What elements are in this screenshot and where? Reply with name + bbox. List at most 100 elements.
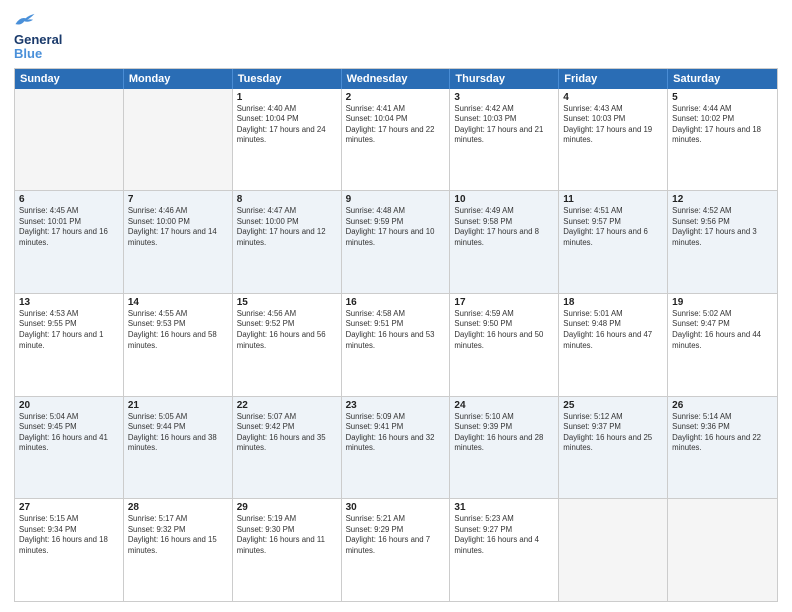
day-header-saturday: Saturday	[668, 69, 777, 89]
cell-info: Sunrise: 5:17 AM Sunset: 9:32 PM Dayligh…	[128, 514, 228, 556]
cell-info: Sunrise: 5:07 AM Sunset: 9:42 PM Dayligh…	[237, 412, 337, 454]
day-number: 10	[454, 194, 554, 205]
day-number: 18	[563, 297, 663, 308]
day-number: 30	[346, 502, 446, 513]
day-number: 26	[672, 400, 773, 411]
day-header-monday: Monday	[124, 69, 233, 89]
calendar-cell: 4Sunrise: 4:43 AM Sunset: 10:03 PM Dayli…	[559, 89, 668, 191]
day-number: 21	[128, 400, 228, 411]
cell-info: Sunrise: 5:14 AM Sunset: 9:36 PM Dayligh…	[672, 412, 773, 454]
calendar-cell: 3Sunrise: 4:42 AM Sunset: 10:03 PM Dayli…	[450, 89, 559, 191]
cell-info: Sunrise: 5:04 AM Sunset: 9:45 PM Dayligh…	[19, 412, 119, 454]
day-number: 19	[672, 297, 773, 308]
day-number: 1	[237, 92, 337, 103]
calendar-cell: 8Sunrise: 4:47 AM Sunset: 10:00 PM Dayli…	[233, 191, 342, 293]
day-number: 15	[237, 297, 337, 308]
calendar: SundayMondayTuesdayWednesdayThursdayFrid…	[14, 68, 778, 602]
day-number: 28	[128, 502, 228, 513]
logo-text: General Blue	[14, 33, 62, 62]
calendar-cell: 22Sunrise: 5:07 AM Sunset: 9:42 PM Dayli…	[233, 397, 342, 499]
day-number: 23	[346, 400, 446, 411]
day-header-thursday: Thursday	[450, 69, 559, 89]
cell-info: Sunrise: 5:01 AM Sunset: 9:48 PM Dayligh…	[563, 309, 663, 351]
logo: General Blue	[14, 10, 62, 62]
calendar-cell: 14Sunrise: 4:55 AM Sunset: 9:53 PM Dayli…	[124, 294, 233, 396]
calendar-cell: 30Sunrise: 5:21 AM Sunset: 9:29 PM Dayli…	[342, 499, 451, 601]
cell-info: Sunrise: 5:19 AM Sunset: 9:30 PM Dayligh…	[237, 514, 337, 556]
cell-info: Sunrise: 5:23 AM Sunset: 9:27 PM Dayligh…	[454, 514, 554, 556]
calendar-cell: 25Sunrise: 5:12 AM Sunset: 9:37 PM Dayli…	[559, 397, 668, 499]
calendar-cell: 6Sunrise: 4:45 AM Sunset: 10:01 PM Dayli…	[15, 191, 124, 293]
calendar-cell: 10Sunrise: 4:49 AM Sunset: 9:58 PM Dayli…	[450, 191, 559, 293]
cell-info: Sunrise: 4:48 AM Sunset: 9:59 PM Dayligh…	[346, 206, 446, 248]
cell-info: Sunrise: 4:44 AM Sunset: 10:02 PM Daylig…	[672, 104, 773, 146]
calendar-cell	[15, 89, 124, 191]
day-number: 20	[19, 400, 119, 411]
cell-info: Sunrise: 5:12 AM Sunset: 9:37 PM Dayligh…	[563, 412, 663, 454]
day-number: 17	[454, 297, 554, 308]
calendar-cell: 2Sunrise: 4:41 AM Sunset: 10:04 PM Dayli…	[342, 89, 451, 191]
calendar-cell: 17Sunrise: 4:59 AM Sunset: 9:50 PM Dayli…	[450, 294, 559, 396]
calendar-cell: 23Sunrise: 5:09 AM Sunset: 9:41 PM Dayli…	[342, 397, 451, 499]
cell-info: Sunrise: 5:09 AM Sunset: 9:41 PM Dayligh…	[346, 412, 446, 454]
calendar-cell: 16Sunrise: 4:58 AM Sunset: 9:51 PM Dayli…	[342, 294, 451, 396]
cell-info: Sunrise: 5:15 AM Sunset: 9:34 PM Dayligh…	[19, 514, 119, 556]
calendar-cell	[124, 89, 233, 191]
day-number: 12	[672, 194, 773, 205]
logo-bird-icon	[14, 10, 36, 28]
calendar-cell: 13Sunrise: 4:53 AM Sunset: 9:55 PM Dayli…	[15, 294, 124, 396]
cell-info: Sunrise: 4:59 AM Sunset: 9:50 PM Dayligh…	[454, 309, 554, 351]
day-number: 11	[563, 194, 663, 205]
day-number: 16	[346, 297, 446, 308]
calendar-row: 20Sunrise: 5:04 AM Sunset: 9:45 PM Dayli…	[15, 397, 777, 500]
day-number: 14	[128, 297, 228, 308]
calendar-row: 1Sunrise: 4:40 AM Sunset: 10:04 PM Dayli…	[15, 89, 777, 192]
header: General Blue	[14, 10, 778, 62]
calendar-cell: 24Sunrise: 5:10 AM Sunset: 9:39 PM Dayli…	[450, 397, 559, 499]
calendar-body: 1Sunrise: 4:40 AM Sunset: 10:04 PM Dayli…	[15, 89, 777, 601]
calendar-cell: 28Sunrise: 5:17 AM Sunset: 9:32 PM Dayli…	[124, 499, 233, 601]
page: General Blue SundayMondayTuesdayWednesda…	[0, 0, 792, 612]
calendar-cell: 5Sunrise: 4:44 AM Sunset: 10:02 PM Dayli…	[668, 89, 777, 191]
day-number: 29	[237, 502, 337, 513]
cell-info: Sunrise: 4:49 AM Sunset: 9:58 PM Dayligh…	[454, 206, 554, 248]
cell-info: Sunrise: 4:58 AM Sunset: 9:51 PM Dayligh…	[346, 309, 446, 351]
day-number: 22	[237, 400, 337, 411]
calendar-cell: 29Sunrise: 5:19 AM Sunset: 9:30 PM Dayli…	[233, 499, 342, 601]
day-number: 3	[454, 92, 554, 103]
cell-info: Sunrise: 4:43 AM Sunset: 10:03 PM Daylig…	[563, 104, 663, 146]
day-number: 8	[237, 194, 337, 205]
calendar-cell: 26Sunrise: 5:14 AM Sunset: 9:36 PM Dayli…	[668, 397, 777, 499]
cell-info: Sunrise: 5:10 AM Sunset: 9:39 PM Dayligh…	[454, 412, 554, 454]
calendar-cell: 27Sunrise: 5:15 AM Sunset: 9:34 PM Dayli…	[15, 499, 124, 601]
day-number: 9	[346, 194, 446, 205]
cell-info: Sunrise: 4:46 AM Sunset: 10:00 PM Daylig…	[128, 206, 228, 248]
calendar-cell: 15Sunrise: 4:56 AM Sunset: 9:52 PM Dayli…	[233, 294, 342, 396]
cell-info: Sunrise: 4:55 AM Sunset: 9:53 PM Dayligh…	[128, 309, 228, 351]
cell-info: Sunrise: 4:53 AM Sunset: 9:55 PM Dayligh…	[19, 309, 119, 351]
calendar-cell: 12Sunrise: 4:52 AM Sunset: 9:56 PM Dayli…	[668, 191, 777, 293]
cell-info: Sunrise: 4:41 AM Sunset: 10:04 PM Daylig…	[346, 104, 446, 146]
calendar-cell: 19Sunrise: 5:02 AM Sunset: 9:47 PM Dayli…	[668, 294, 777, 396]
calendar-cell	[559, 499, 668, 601]
day-header-tuesday: Tuesday	[233, 69, 342, 89]
calendar-cell: 7Sunrise: 4:46 AM Sunset: 10:00 PM Dayli…	[124, 191, 233, 293]
day-number: 4	[563, 92, 663, 103]
day-number: 27	[19, 502, 119, 513]
day-number: 2	[346, 92, 446, 103]
day-number: 25	[563, 400, 663, 411]
day-header-friday: Friday	[559, 69, 668, 89]
calendar-cell: 21Sunrise: 5:05 AM Sunset: 9:44 PM Dayli…	[124, 397, 233, 499]
cell-info: Sunrise: 4:42 AM Sunset: 10:03 PM Daylig…	[454, 104, 554, 146]
day-header-sunday: Sunday	[15, 69, 124, 89]
cell-info: Sunrise: 5:05 AM Sunset: 9:44 PM Dayligh…	[128, 412, 228, 454]
day-number: 31	[454, 502, 554, 513]
day-header-wednesday: Wednesday	[342, 69, 451, 89]
day-number: 24	[454, 400, 554, 411]
calendar-cell: 11Sunrise: 4:51 AM Sunset: 9:57 PM Dayli…	[559, 191, 668, 293]
cell-info: Sunrise: 4:52 AM Sunset: 9:56 PM Dayligh…	[672, 206, 773, 248]
cell-info: Sunrise: 4:51 AM Sunset: 9:57 PM Dayligh…	[563, 206, 663, 248]
day-number: 13	[19, 297, 119, 308]
cell-info: Sunrise: 4:56 AM Sunset: 9:52 PM Dayligh…	[237, 309, 337, 351]
day-number: 6	[19, 194, 119, 205]
